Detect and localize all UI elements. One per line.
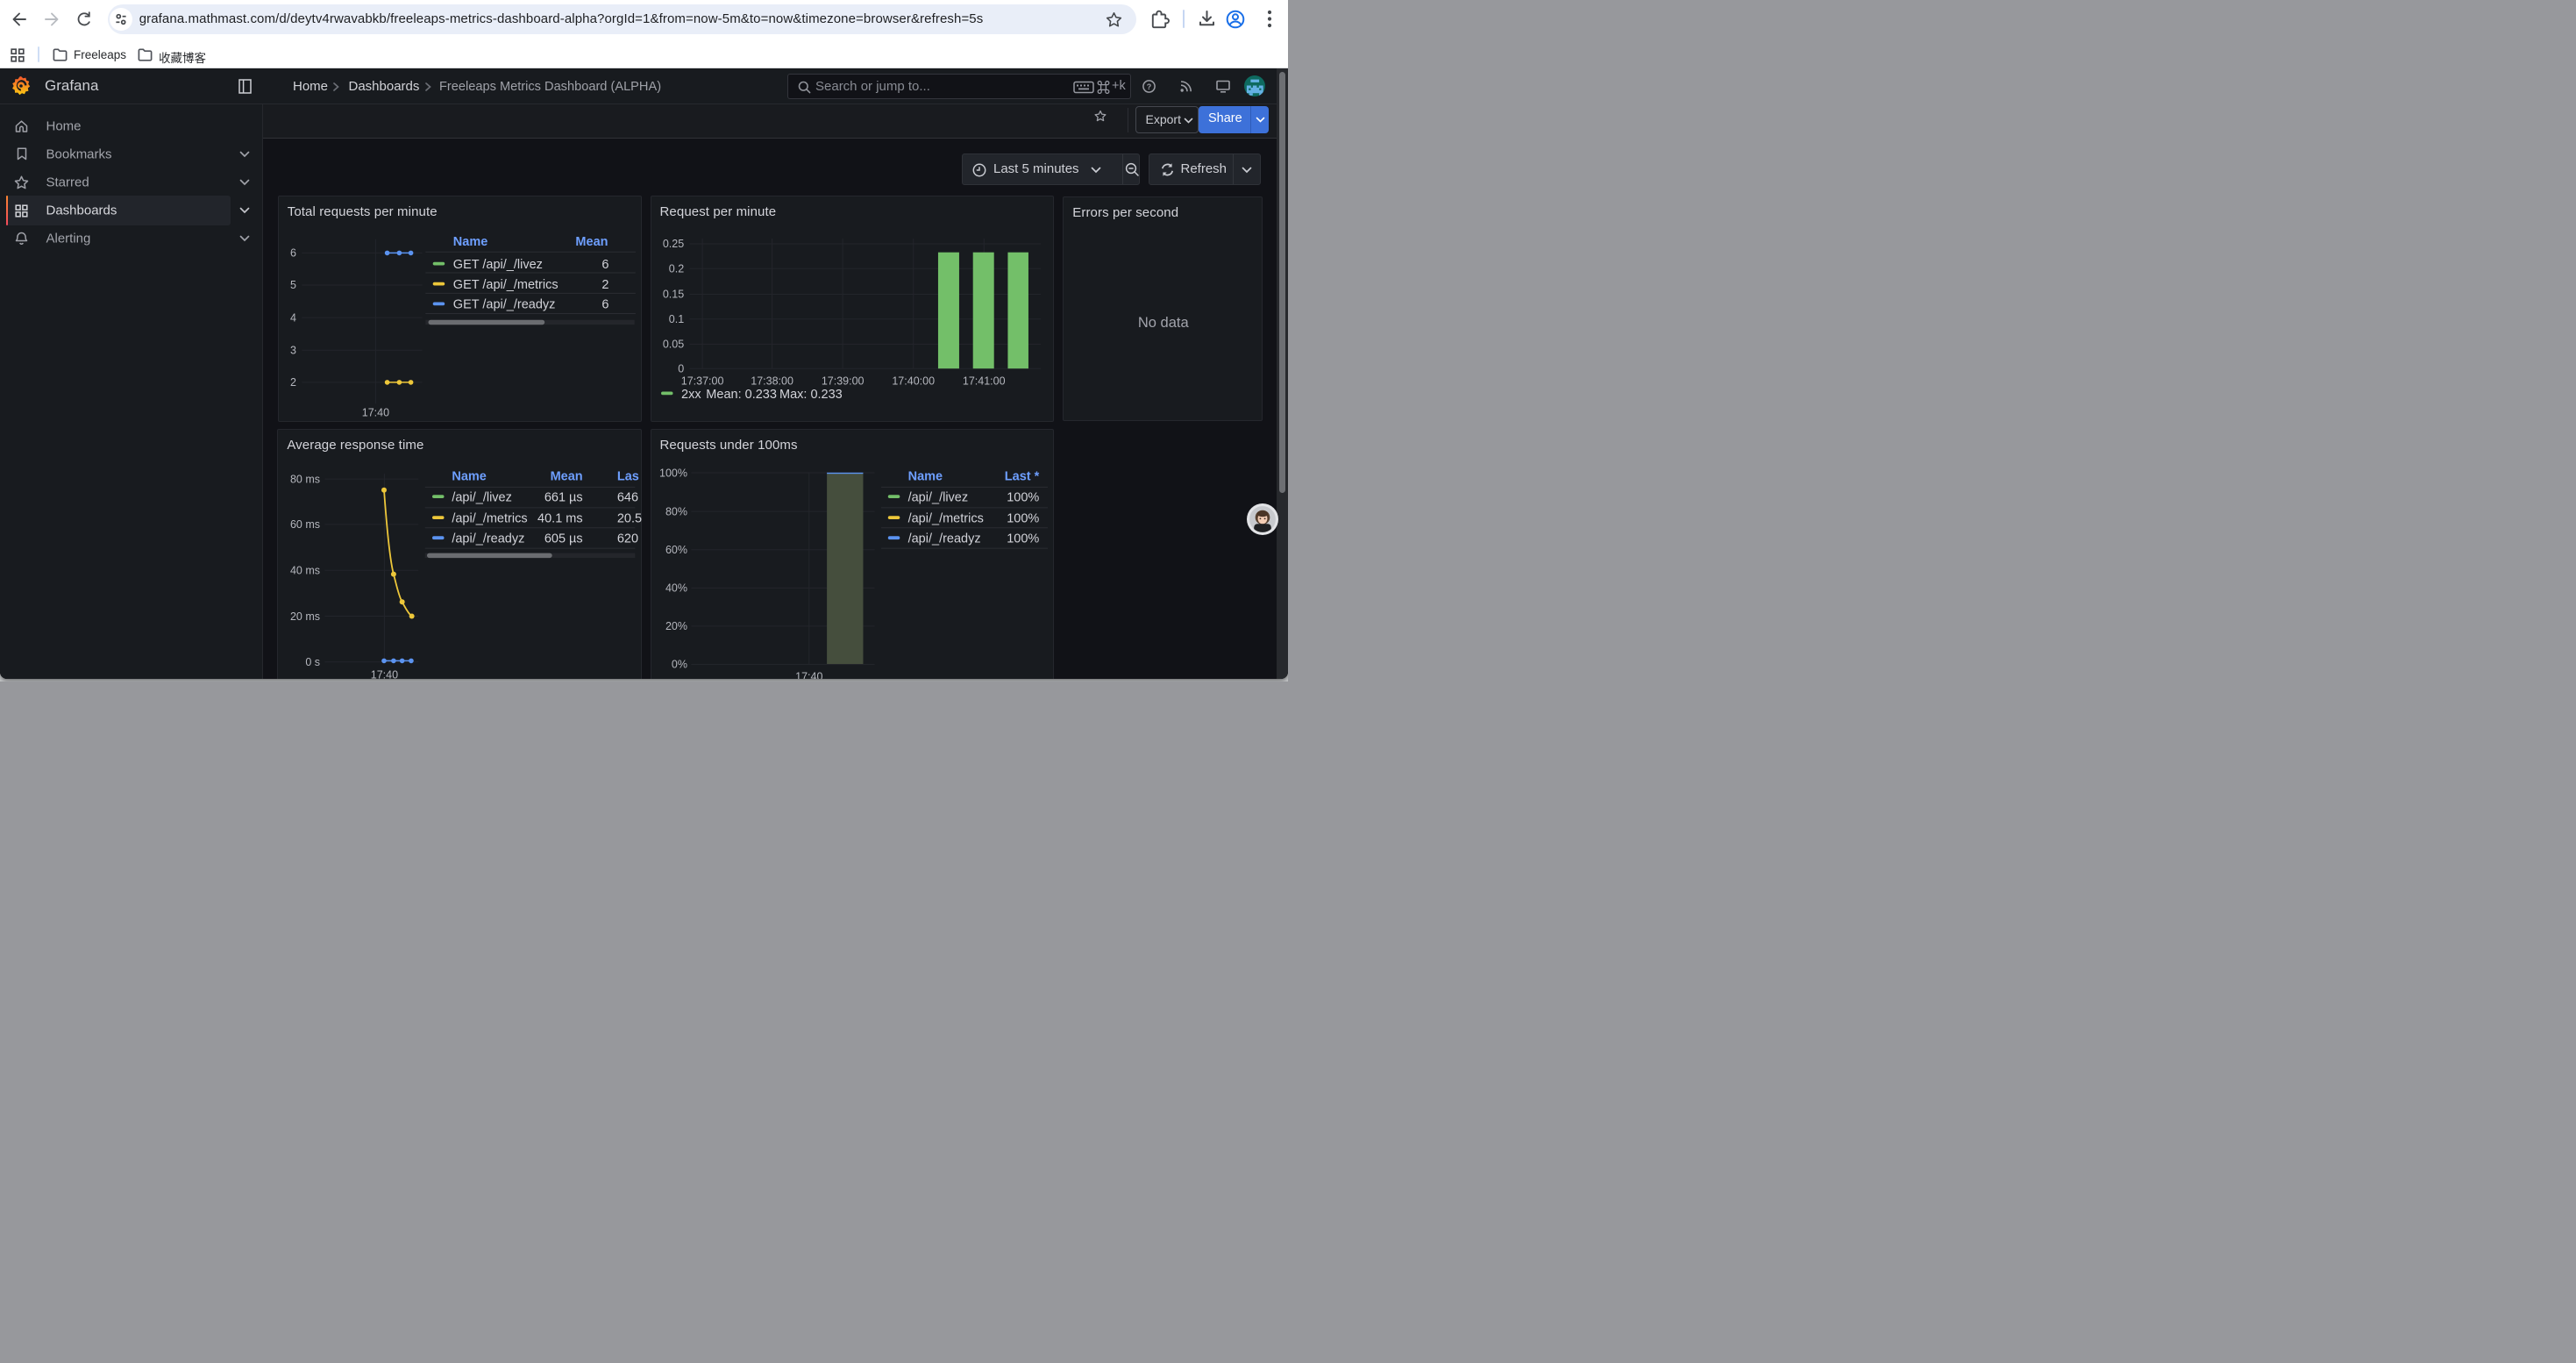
svg-text:Mean: Mean (551, 469, 583, 483)
svg-text:20 ms: 20 ms (290, 610, 320, 622)
svg-text:100%: 100% (1007, 511, 1039, 525)
svg-text:2: 2 (601, 278, 608, 292)
svg-text:646: 646 (617, 490, 638, 504)
svg-text:Mean: Mean (575, 235, 608, 249)
svg-text:17:37:00: 17:37:00 (680, 375, 723, 388)
svg-text:GET /api/_/livez: GET /api/_/livez (453, 258, 543, 272)
svg-text:0.25: 0.25 (662, 238, 683, 250)
svg-text:40 ms: 40 ms (290, 564, 320, 576)
svg-text:Name: Name (452, 469, 487, 483)
svg-text:Name: Name (907, 469, 943, 483)
svg-text:0 s: 0 s (306, 656, 321, 668)
svg-text:17:41:00: 17:41:00 (962, 375, 1005, 388)
svg-text:80 ms: 80 ms (290, 473, 320, 485)
svg-text:17:40: 17:40 (795, 670, 822, 679)
svg-text:100%: 100% (659, 467, 687, 479)
svg-text:Max: 0.233: Max: 0.233 (779, 388, 843, 402)
svg-text:6: 6 (290, 247, 296, 260)
svg-text:Mean: 0.233: Mean: 0.233 (706, 388, 777, 402)
svg-text:?: ? (1147, 82, 1152, 91)
svg-text:60 ms: 60 ms (290, 518, 320, 531)
svg-text:/api/_/livez: /api/_/livez (452, 490, 513, 504)
svg-text:Las: Las (617, 469, 639, 483)
svg-text:/api/_/readyz: /api/_/readyz (907, 532, 980, 546)
svg-text:0.05: 0.05 (662, 339, 683, 351)
svg-text:6: 6 (601, 298, 608, 312)
svg-text:0.15: 0.15 (662, 289, 683, 301)
svg-text:661 µs: 661 µs (544, 490, 583, 504)
svg-text:Last *: Last * (1004, 469, 1039, 483)
svg-text:/api/_/readyz: /api/_/readyz (452, 532, 525, 546)
svg-text:Name: Name (453, 235, 488, 249)
svg-text:17:40: 17:40 (362, 407, 389, 419)
svg-text:2: 2 (290, 376, 296, 389)
svg-text:20%: 20% (665, 620, 687, 632)
svg-text:17:39:00: 17:39:00 (821, 375, 864, 388)
svg-text:0.2: 0.2 (668, 262, 683, 275)
svg-text:/api/_/metrics: /api/_/metrics (907, 511, 983, 525)
svg-text:/api/_/metrics: /api/_/metrics (452, 511, 528, 525)
svg-text:17:38:00: 17:38:00 (751, 375, 793, 388)
svg-text:100%: 100% (1007, 490, 1039, 504)
svg-text:2xx: 2xx (681, 388, 701, 402)
svg-text:GET /api/_/metrics: GET /api/_/metrics (453, 278, 559, 292)
svg-text:80%: 80% (665, 505, 687, 517)
svg-text:60%: 60% (665, 544, 687, 556)
svg-text:20.5 r: 20.5 r (617, 511, 642, 525)
svg-text:/api/_/livez: /api/_/livez (907, 490, 968, 504)
svg-text:0%: 0% (671, 658, 687, 670)
svg-text:0: 0 (678, 362, 684, 375)
svg-text:6: 6 (601, 258, 608, 272)
svg-text:GET /api/_/readyz: GET /api/_/readyz (453, 298, 556, 312)
svg-text:40.1 ms: 40.1 ms (537, 511, 583, 525)
svg-text:620: 620 (617, 532, 638, 546)
svg-text:5: 5 (290, 279, 296, 291)
svg-text:605 µs: 605 µs (544, 532, 583, 546)
svg-text:100%: 100% (1007, 532, 1039, 546)
svg-text:17:40:00: 17:40:00 (892, 375, 935, 388)
svg-text:4: 4 (290, 311, 296, 324)
svg-text:17:40: 17:40 (371, 668, 398, 679)
svg-text:40%: 40% (665, 582, 687, 594)
svg-text:0.1: 0.1 (668, 313, 683, 325)
svg-text:3: 3 (290, 344, 296, 356)
